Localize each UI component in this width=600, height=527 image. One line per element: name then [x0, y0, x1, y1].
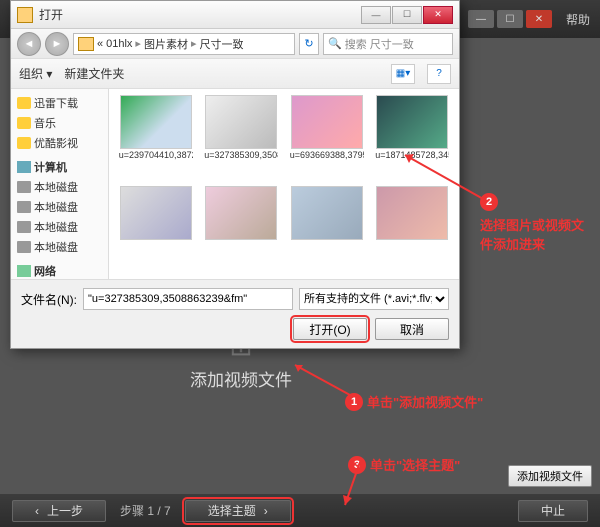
dialog-toolbar: 组织 ▾ 新建文件夹 ▦▾ ? — [11, 59, 459, 89]
organize-menu[interactable]: 组织 ▾ — [19, 65, 52, 82]
new-folder-button[interactable]: 新建文件夹 — [64, 65, 124, 82]
sidebar-item-download[interactable]: 迅雷下载 — [11, 93, 108, 113]
search-input[interactable]: 🔍搜索 尺寸一致 — [323, 33, 453, 55]
add-video-label: 添加视频文件 — [190, 366, 292, 391]
address-bar: ◄ ► « 01hlx▸ 图片素材▸ 尺寸一致 ↻ 🔍搜索 尺寸一致 — [11, 29, 459, 59]
prev-step-button[interactable]: ‹ 上一步 — [12, 500, 106, 522]
nav-back-button[interactable]: ◄ — [17, 32, 41, 56]
open-button[interactable]: 打开(O) — [293, 318, 367, 340]
file-item[interactable] — [372, 186, 454, 273]
sidebar-item-disk[interactable]: 本地磁盘 — [11, 217, 108, 237]
minimize-button[interactable]: — — [468, 10, 494, 28]
dialog-close-button[interactable]: ✕ — [423, 6, 453, 24]
sidebar-item-music[interactable]: 音乐 — [11, 113, 108, 133]
help-button[interactable]: ? — [427, 64, 451, 84]
select-theme-button[interactable]: 选择主题 › — [185, 500, 291, 522]
file-item[interactable] — [201, 186, 283, 273]
annotation-3: 3单击"选择主题" — [348, 455, 460, 474]
sidebar-item-disk[interactable]: 本地磁盘 — [11, 197, 108, 217]
file-item[interactable]: u=327385309,3508863239&fm=27&gp=0.jpg — [201, 95, 283, 182]
add-video-button[interactable]: 添加视频文件 — [508, 465, 592, 487]
file-item[interactable]: u=693669388,3795366545&fm=27&gp=0.jpg — [286, 95, 368, 182]
close-button[interactable]: ✕ — [526, 10, 552, 28]
step-indicator: 步骤 1 / 7 — [120, 502, 171, 519]
file-grid: u=239704410,3872980824&fm=27&gp=0.jpg u=… — [109, 89, 459, 279]
annotation-1: 1单击"添加视频文件" — [345, 392, 483, 411]
filename-label: 文件名(N): — [21, 291, 77, 308]
step-bar: ‹ 上一步 步骤 1 / 7 选择主题 › 中止 — [0, 493, 600, 527]
app-window-controls: — ☐ ✕ — [468, 10, 552, 28]
annotation-2: 2选择图片或视频文件添加进来 — [480, 193, 590, 253]
sidebar-item-disk[interactable]: 本地磁盘 — [11, 177, 108, 197]
file-item[interactable]: u=1871485728,3453263235&fm=27&gp=0.jpg — [372, 95, 454, 182]
sidebar-item-network[interactable]: 网络 — [11, 261, 108, 279]
dialog-bottom-bar: 文件名(N): 所有支持的文件 (*.avi;*.flv;*.26 ▾ 打开(O… — [11, 279, 459, 348]
cancel-button[interactable]: 取消 — [375, 318, 449, 340]
refresh-button[interactable]: ↻ — [299, 33, 319, 55]
file-type-select[interactable]: 所有支持的文件 (*.avi;*.flv;*.26 ▾ — [299, 288, 449, 310]
sidebar: 迅雷下载 音乐 优酷影视 计算机 本地磁盘 本地磁盘 本地磁盘 本地磁盘 网络 — [11, 89, 109, 279]
file-item[interactable]: u=239704410,3872980824&fm=27&gp=0.jpg — [115, 95, 197, 182]
open-file-dialog: 打开 — ☐ ✕ ◄ ► « 01hlx▸ 图片素材▸ 尺寸一致 ↻ 🔍搜索 尺… — [10, 0, 460, 349]
dialog-titlebar: 打开 — ☐ ✕ — [11, 1, 459, 29]
abort-button[interactable]: 中止 — [518, 500, 588, 522]
help-link[interactable]: 帮助 — [566, 11, 590, 28]
folder-icon — [17, 7, 33, 23]
view-mode-button[interactable]: ▦▾ — [391, 64, 415, 84]
dialog-title: 打开 — [39, 6, 361, 23]
file-item[interactable] — [286, 186, 368, 273]
nav-forward-button[interactable]: ► — [45, 32, 69, 56]
sidebar-item-disk[interactable]: 本地磁盘 — [11, 237, 108, 257]
maximize-button[interactable]: ☐ — [497, 10, 523, 28]
breadcrumb[interactable]: « 01hlx▸ 图片素材▸ 尺寸一致 — [73, 33, 295, 55]
dialog-maximize-button[interactable]: ☐ — [392, 6, 422, 24]
filename-input[interactable] — [83, 288, 293, 310]
dialog-minimize-button[interactable]: — — [361, 6, 391, 24]
search-icon: 🔍 — [328, 37, 342, 50]
sidebar-item-video[interactable]: 优酷影视 — [11, 133, 108, 153]
sidebar-item-computer[interactable]: 计算机 — [11, 157, 108, 177]
folder-icon — [78, 37, 94, 51]
file-item[interactable] — [115, 186, 197, 273]
